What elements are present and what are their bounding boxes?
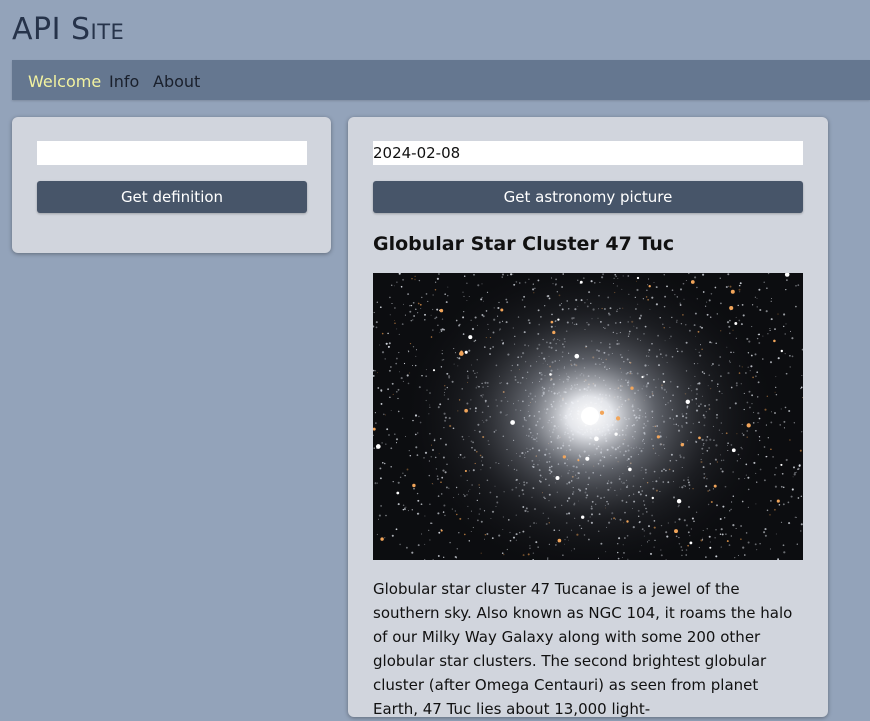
star-cluster-image xyxy=(373,273,803,560)
apod-title: Globular Star Cluster 47 Tuc xyxy=(373,233,675,255)
nav-link-about[interactable]: About xyxy=(153,72,200,91)
get-astronomy-picture-button[interactable]: Get astronomy picture xyxy=(373,181,803,213)
astronomy-picture xyxy=(373,273,803,560)
nav-link-welcome[interactable]: Welcome xyxy=(28,72,101,91)
nav-link-info[interactable]: Info xyxy=(109,72,139,91)
astronomy-card: Get astronomy picture Globular Star Clus… xyxy=(348,117,828,718)
apod-description: Globular star cluster 47 Tucanae is a je… xyxy=(373,580,793,718)
site-title: API Site xyxy=(12,12,125,47)
get-definition-button[interactable]: Get definition xyxy=(37,181,307,213)
definition-input[interactable] xyxy=(37,141,307,165)
definition-card: Get definition xyxy=(12,117,331,253)
main-navbar: Welcome Info About xyxy=(12,60,870,100)
date-input[interactable] xyxy=(373,141,803,165)
